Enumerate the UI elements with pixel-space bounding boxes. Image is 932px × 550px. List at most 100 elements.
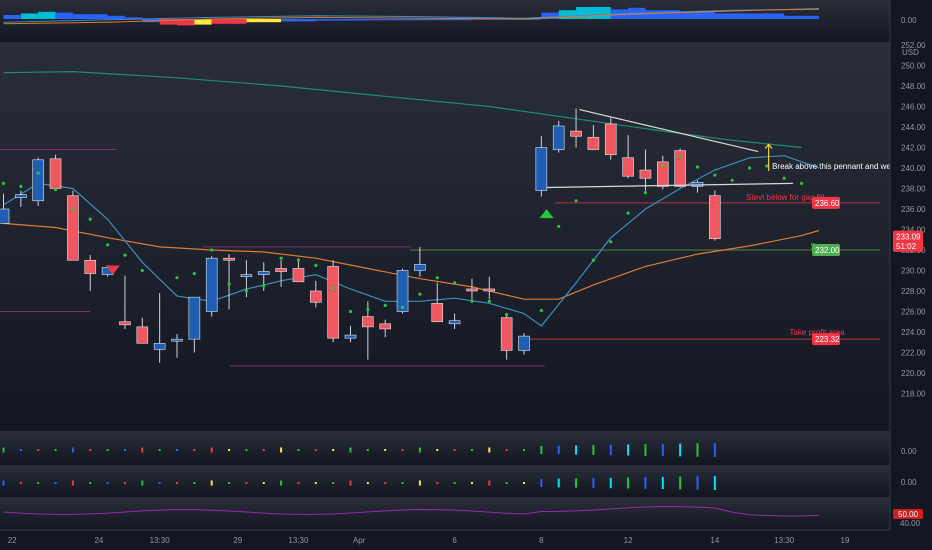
price-tag: 236.60	[812, 196, 840, 209]
histogram-bar	[576, 7, 611, 19]
psar-dot	[366, 307, 370, 312]
psar-dot	[175, 276, 179, 280]
histogram-bar	[784, 15, 819, 19]
indicator-tick	[627, 444, 630, 456]
candle[interactable]	[674, 148, 686, 188]
indicator-tick	[349, 447, 352, 453]
indicator-tick	[123, 482, 126, 484]
indicator-tick	[210, 447, 213, 453]
indicator-tick	[436, 482, 439, 484]
indicator-tick	[280, 480, 283, 486]
psar-dot	[557, 224, 561, 229]
candle-body	[431, 302, 444, 323]
indicator-tick	[713, 476, 716, 490]
price-tag-text: 223.32	[815, 335, 840, 344]
psar-dot	[453, 281, 457, 285]
candle[interactable]	[32, 157, 45, 206]
indicator-tick	[557, 478, 560, 488]
indicator-tick	[280, 447, 283, 453]
indicator-tick	[696, 443, 699, 457]
candle-body	[604, 123, 617, 155]
candle-body	[500, 317, 513, 351]
candle[interactable]	[67, 190, 79, 261]
indicator-tick	[505, 482, 508, 484]
indicator-tick	[453, 482, 456, 484]
psar-dot	[713, 173, 717, 177]
indicator-tick	[696, 476, 699, 490]
candle-body	[570, 130, 582, 137]
candle[interactable]	[205, 256, 218, 317]
main-price-pane[interactable]: Break above this pennant and we can see …	[0, 42, 932, 428]
psar-dot	[1, 181, 6, 185]
indicator-tick	[71, 447, 74, 453]
date-axis[interactable]: 222413:302913:30Apr68121413:30192113:302…	[0, 529, 932, 550]
candle[interactable]	[709, 190, 721, 241]
candle-body	[275, 268, 287, 272]
indicator-tick	[54, 482, 57, 484]
indicator-tick	[557, 445, 560, 455]
candle-body	[535, 147, 548, 191]
psar-dot	[331, 286, 335, 290]
indicator-tick	[384, 482, 387, 484]
candle[interactable]	[49, 154, 62, 189]
indicator-tick	[661, 443, 664, 457]
price-tick: 224.00	[901, 328, 926, 337]
candle-body	[622, 157, 634, 177]
candle-body	[84, 259, 97, 274]
indicator-tick	[644, 444, 647, 456]
histogram-bar	[38, 11, 56, 19]
candle[interactable]	[327, 260, 339, 343]
indicator-tick	[262, 482, 265, 484]
price-tick: 248.00	[901, 82, 926, 91]
indicator-tick	[679, 476, 682, 490]
psar-dot	[210, 248, 214, 252]
psar-dot	[574, 199, 578, 203]
indicator-tick	[384, 449, 387, 451]
date-label: 8	[539, 536, 544, 545]
indicator-tick	[262, 449, 265, 451]
indicator-tick	[141, 480, 144, 486]
top-panel-tick: 0.00	[901, 16, 917, 25]
indicator-tick	[575, 445, 578, 455]
candle-body	[309, 290, 322, 303]
psar-dot	[505, 312, 509, 317]
candle-body	[327, 266, 339, 339]
indicator-tick	[176, 482, 178, 484]
psar-dot	[262, 284, 266, 288]
indicator-tick	[37, 449, 40, 451]
psar-dot	[591, 258, 596, 262]
indicator-tick	[661, 476, 664, 490]
price-tick: 228.00	[901, 287, 926, 296]
price-tick: 244.00	[901, 123, 926, 132]
candle-body	[188, 296, 201, 340]
date-label: 14	[710, 536, 719, 545]
candle[interactable]	[604, 117, 617, 160]
indicator-tick	[366, 449, 369, 451]
indicator-tick	[609, 444, 612, 456]
psar-dot	[730, 178, 734, 182]
psar-dot	[106, 243, 110, 247]
candle-body	[466, 288, 478, 292]
indicator-tick	[123, 449, 126, 451]
candle-body	[414, 264, 426, 271]
price-tag-text: 236.60	[815, 199, 840, 208]
psar-dot	[435, 276, 439, 280]
price-tick: 240.00	[901, 164, 926, 173]
indicator-tick	[37, 482, 40, 484]
indicator-tick	[592, 478, 595, 488]
candle-body	[223, 257, 235, 261]
psar-dot	[140, 268, 144, 273]
indicator-tick	[71, 480, 74, 486]
price-tick: 246.00	[901, 103, 926, 112]
candle-body	[119, 321, 131, 326]
date-label: 13:30	[774, 536, 795, 545]
histogram-bar	[72, 14, 108, 19]
indicator-tick	[366, 482, 369, 484]
histogram-bar	[3, 15, 21, 19]
psar-dot	[296, 258, 301, 262]
candle-body	[587, 136, 600, 150]
indicator-tick	[540, 479, 543, 487]
indicator-tick	[540, 446, 543, 454]
trading-chart[interactable]: Break above this pennant and we can see …	[0, 0, 932, 550]
candle-body	[518, 335, 530, 351]
